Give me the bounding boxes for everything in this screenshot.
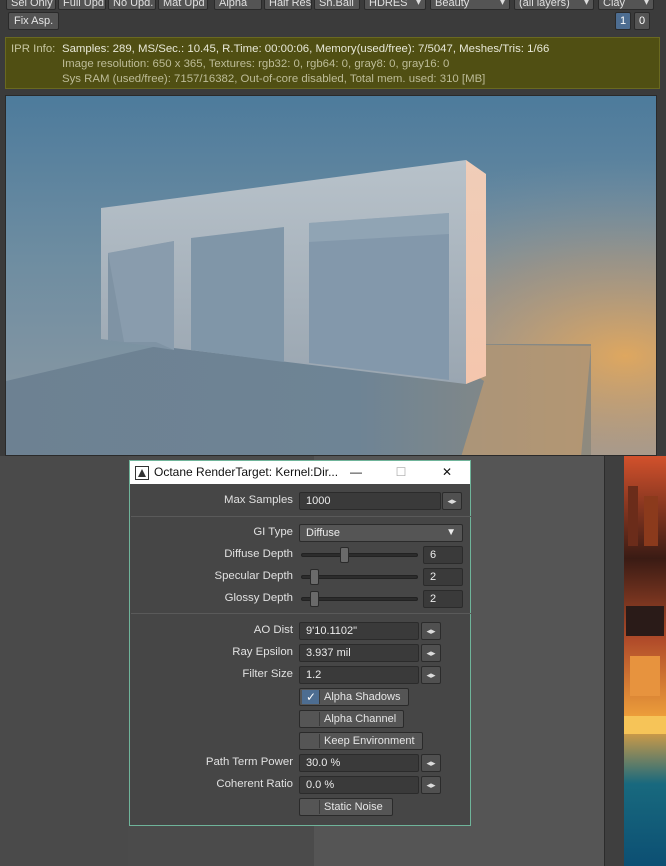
ray-epsilon-spinner-icon[interactable]: ◂▸ [421, 644, 441, 662]
checkbox-box [302, 800, 320, 814]
close-icon[interactable]: ✕ [427, 461, 467, 484]
sel-only-button[interactable]: Sel Only [6, 0, 56, 10]
ipr-resolution-line: Image resolution: 650 x 365, Textures: r… [62, 58, 450, 70]
specular-depth-field[interactable]: 2 [423, 568, 463, 586]
max-samples-spinner-icon[interactable]: ◂▸ [442, 492, 462, 510]
alpha-button[interactable]: Alpha [214, 0, 262, 10]
slider-track [301, 553, 418, 557]
fix-aspect-button[interactable]: Fix Asp. [8, 12, 60, 30]
view-zero-button[interactable]: 0 [634, 12, 650, 30]
material-update-button[interactable]: Mat Upd [158, 0, 208, 10]
ipr-info-panel: IPR Info: Samples: 289, MS/Sec.: 10.45, … [5, 37, 660, 89]
layers-dropdown[interactable]: (all layers) [514, 0, 594, 10]
chevron-down-icon: ▼ [446, 527, 456, 538]
clay-dropdown[interactable]: Clay [598, 0, 654, 10]
diffuse-depth-label: Diffuse Depth [224, 548, 293, 560]
ipr-memory-line: Sys RAM (used/free): 7157/16382, Out-of-… [62, 73, 486, 85]
ipr-stats-line: Samples: 289, MS/Sec.: 10.45, R.Time: 00… [62, 43, 550, 55]
filter-size-field[interactable]: 1.2 [299, 666, 419, 684]
max-samples-field[interactable]: 1000 [299, 492, 441, 510]
coherent-ratio-spinner-icon[interactable]: ◂▸ [421, 776, 441, 794]
hdres-dropdown[interactable]: HDRES [364, 0, 426, 10]
minimize-icon[interactable]: — [336, 461, 376, 484]
diffuse-depth-field[interactable]: 6 [423, 546, 463, 564]
specular-depth-label: Specular Depth [214, 570, 293, 582]
keep-environment-label: Keep Environment [324, 735, 415, 747]
divider [131, 516, 471, 517]
ao-dist-label: AO Dist [253, 624, 293, 636]
scrollbar[interactable] [604, 456, 624, 866]
background-photo [624, 456, 666, 866]
shader-ball-button[interactable]: Sh.Ball [314, 0, 360, 10]
ray-epsilon-label: Ray Epsilon [232, 646, 293, 658]
half-res-button[interactable]: Half Res [264, 0, 312, 10]
checkbox-box: ✓ [302, 690, 320, 704]
glossy-depth-field[interactable]: 2 [423, 590, 463, 608]
check-icon: ✓ [306, 690, 317, 704]
gi-type-value: Diffuse [306, 527, 341, 539]
render-viewport[interactable] [5, 95, 657, 456]
no-update-button[interactable]: No Upd. [108, 0, 156, 10]
specular-depth-slider[interactable] [299, 568, 420, 586]
coherent-ratio-label: Coherent Ratio [216, 778, 293, 790]
path-term-power-field[interactable]: 30.0 % [299, 754, 419, 772]
pass-dropdown[interactable]: Beauty [430, 0, 510, 10]
render-image [6, 96, 656, 455]
ipr-info-label: IPR Info: [11, 43, 56, 55]
alpha-channel-label: Alpha Channel [324, 713, 397, 725]
app-root: { "toolbar": { "buttons": ["Sel Only", "… [0, 0, 666, 866]
static-noise-label: Static Noise [324, 801, 383, 813]
dialog-titlebar[interactable]: Octane RenderTarget: Kernel:Dir... — ☐ ✕ [130, 461, 470, 484]
view-one-button[interactable]: 1 [615, 12, 631, 30]
alpha-channel-checkbox[interactable]: Alpha Channel [299, 710, 404, 728]
alpha-shadows-checkbox[interactable]: ✓ Alpha Shadows [299, 688, 409, 706]
full-update-button[interactable]: Full Upd. [58, 0, 106, 10]
glossy-depth-slider[interactable] [299, 590, 420, 608]
filter-size-spinner-icon[interactable]: ◂▸ [421, 666, 441, 684]
slider-thumb[interactable] [340, 547, 349, 563]
static-noise-checkbox[interactable]: Static Noise [299, 798, 393, 816]
app-icon [135, 466, 149, 480]
diffuse-depth-slider[interactable] [299, 546, 420, 564]
slider-thumb[interactable] [310, 591, 319, 607]
max-samples-label: Max Samples [223, 494, 293, 506]
render-target-dialog: Octane RenderTarget: Kernel:Dir... — ☐ ✕… [129, 460, 471, 826]
coherent-ratio-field[interactable]: 0.0 % [299, 776, 419, 794]
ao-dist-field[interactable]: 9'10.1102" [299, 622, 419, 640]
alpha-shadows-label: Alpha Shadows [324, 691, 401, 703]
keep-environment-checkbox[interactable]: Keep Environment [299, 732, 423, 750]
checkbox-box [302, 712, 320, 726]
path-term-power-label: Path Term Power [205, 756, 293, 768]
path-term-power-spinner-icon[interactable]: ◂▸ [421, 754, 441, 772]
maximize-icon[interactable]: ☐ [381, 461, 421, 484]
divider [131, 613, 471, 614]
glossy-depth-label: Glossy Depth [224, 592, 293, 604]
ray-epsilon-field[interactable]: 3.937 mil [299, 644, 419, 662]
checkbox-box [302, 734, 320, 748]
filter-size-label: Filter Size [242, 668, 293, 680]
left-panel-background [0, 456, 128, 866]
ao-dist-spinner-icon[interactable]: ◂▸ [421, 622, 441, 640]
dialog-title: Octane RenderTarget: Kernel:Dir... [154, 465, 339, 479]
gi-type-select[interactable]: Diffuse ▼ [299, 524, 463, 542]
gi-type-label: GI Type [253, 526, 293, 538]
slider-thumb[interactable] [310, 569, 319, 585]
